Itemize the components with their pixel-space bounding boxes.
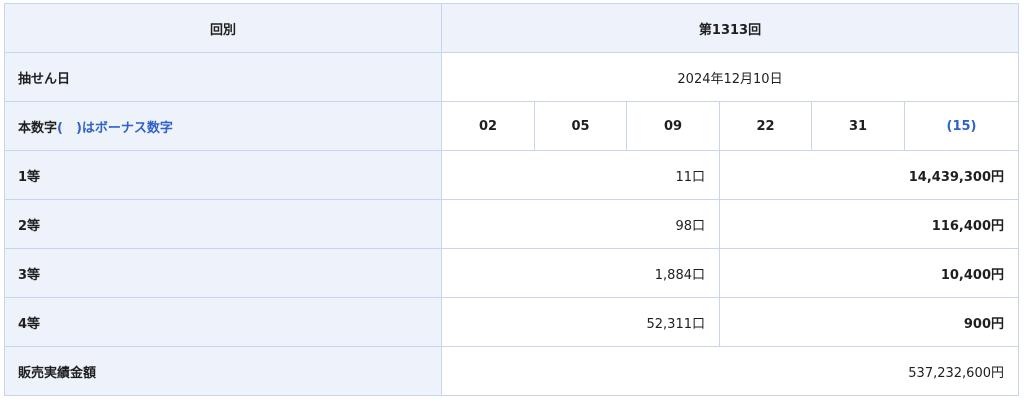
bonus-numbers-label: ( )はボーナス数字 <box>57 120 173 136</box>
round-value: 第1313回 <box>441 3 1019 53</box>
bonus-number: (15) <box>904 101 1019 151</box>
prize-row-3: 3等 1,884口 10,400円 <box>4 248 1019 298</box>
draw-date-value: 2024年12月10日 <box>441 52 1019 102</box>
prize-2-winners: 98口 <box>441 199 720 249</box>
numbers-label: 本数字( )はボーナス数字 <box>4 101 442 151</box>
prize-3-label: 3等 <box>4 248 442 298</box>
sales-label: 販売実績金額 <box>4 346 442 396</box>
prize-1-winners: 11口 <box>441 150 720 200</box>
lottery-results-table: 回別 第1313回 抽せん日 2024年12月10日 本数字( )はボーナス数字… <box>4 3 1019 396</box>
main-number-2: 05 <box>534 101 627 151</box>
prize-2-label: 2等 <box>4 199 442 249</box>
prize-2-amount: 116,400円 <box>719 199 1019 249</box>
draw-date-row: 抽せん日 2024年12月10日 <box>4 52 1019 102</box>
prize-4-amount: 900円 <box>719 297 1019 347</box>
sales-value: 537,232,600円 <box>441 346 1019 396</box>
prize-1-label: 1等 <box>4 150 442 200</box>
prize-row-4: 4等 52,311口 900円 <box>4 297 1019 347</box>
main-number-3: 09 <box>626 101 720 151</box>
prize-1-amount: 14,439,300円 <box>719 150 1019 200</box>
prize-3-amount: 10,400円 <box>719 248 1019 298</box>
main-number-5: 31 <box>811 101 905 151</box>
prize-3-winners: 1,884口 <box>441 248 720 298</box>
prize-row-1: 1等 11口 14,439,300円 <box>4 150 1019 200</box>
numbers-row: 本数字( )はボーナス数字 02 05 09 22 31 (15) <box>4 101 1019 151</box>
sales-row: 販売実績金額 537,232,600円 <box>4 346 1019 396</box>
main-numbers-label: 本数字 <box>18 120 58 136</box>
draw-date-label: 抽せん日 <box>4 52 442 102</box>
header-row: 回別 第1313回 <box>4 3 1019 53</box>
prize-row-2: 2等 98口 116,400円 <box>4 199 1019 249</box>
round-label: 回別 <box>4 3 442 53</box>
main-number-1: 02 <box>441 101 535 151</box>
results-table-container: 回別 第1313回 抽せん日 2024年12月10日 本数字( )はボーナス数字… <box>4 3 1019 396</box>
main-number-4: 22 <box>719 101 812 151</box>
prize-4-label: 4等 <box>4 297 442 347</box>
prize-4-winners: 52,311口 <box>441 297 720 347</box>
